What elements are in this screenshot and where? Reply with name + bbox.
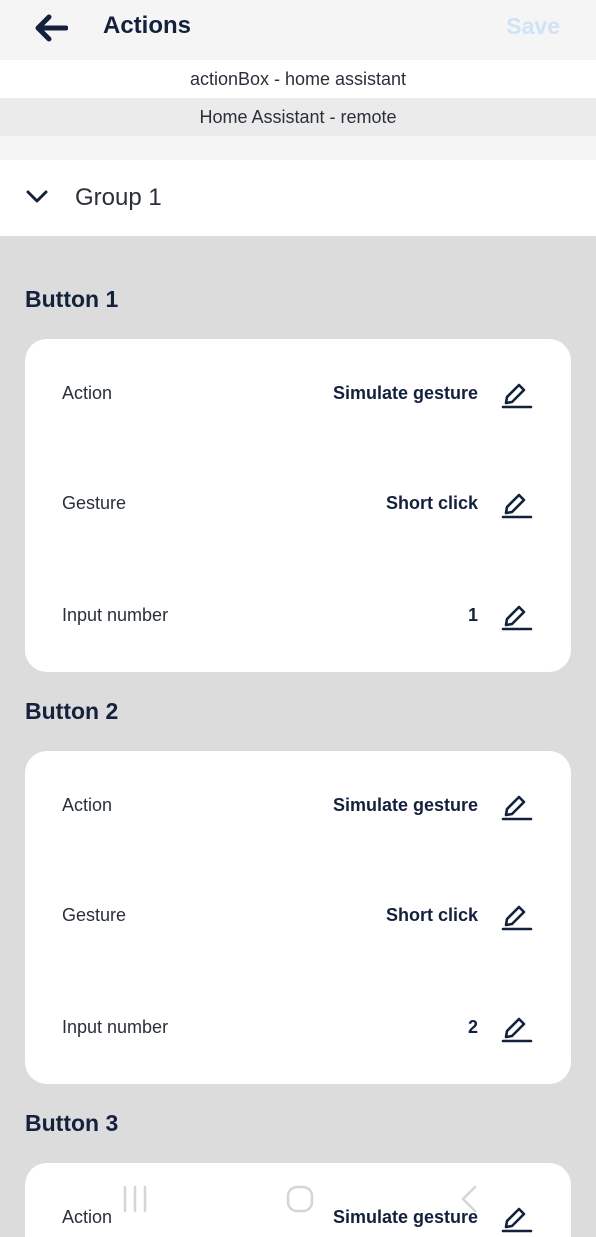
edit-button[interactable]: [495, 483, 535, 523]
row-label: Action: [62, 795, 113, 815]
edit-button[interactable]: [495, 895, 535, 935]
edit-button[interactable]: [495, 1197, 535, 1237]
row-label: Gesture: [62, 905, 127, 925]
input-number-row: Input number 1: [25, 595, 571, 635]
row-value: Simulate gesture: [332, 795, 478, 815]
section-title-button-3: Button 3: [25, 1110, 119, 1136]
section-title-button-2: Button 2: [25, 698, 119, 724]
row-value: 1: [467, 605, 478, 625]
edit-button[interactable]: [495, 1007, 535, 1047]
profile-name: Home Assistant - remote: [0, 98, 596, 136]
home-icon[interactable]: [285, 1184, 315, 1214]
row-value: Simulate gesture: [332, 383, 478, 403]
group-header[interactable]: Group 1: [0, 160, 596, 236]
gesture-row: Gesture Short click: [25, 895, 571, 935]
pencil-icon: [501, 493, 533, 519]
row-label: Action: [62, 383, 113, 403]
row-value: Short click: [385, 905, 478, 925]
edit-button[interactable]: [495, 785, 535, 825]
arrow-left-icon: [35, 14, 68, 42]
section-title-button-1: Button 1: [25, 286, 119, 312]
pencil-icon: [501, 1017, 533, 1043]
gesture-row: Gesture Short click: [25, 483, 571, 523]
pencil-icon: [501, 383, 533, 409]
chevron-down-icon: [26, 190, 48, 203]
pencil-icon: [501, 1207, 533, 1233]
action-row: Action Simulate gesture: [25, 785, 571, 825]
pencil-icon: [501, 905, 533, 931]
pencil-icon: [501, 795, 533, 821]
back-button[interactable]: [30, 8, 74, 48]
row-label: Action: [62, 1207, 113, 1227]
button-2-card: Action Simulate gesture Gesture Short cl…: [25, 751, 571, 1084]
row-label: Gesture: [62, 493, 127, 513]
pencil-icon: [501, 605, 533, 631]
row-value: 2: [467, 1017, 478, 1037]
row-value: Short click: [385, 493, 478, 513]
row-label: Input number: [62, 605, 169, 625]
edit-button[interactable]: [495, 373, 535, 413]
app-bar: Actions Save: [0, 0, 596, 60]
action-row: Action Simulate gesture: [25, 373, 571, 413]
page-title: Actions: [103, 12, 192, 39]
back-nav-icon[interactable]: [455, 1184, 485, 1214]
save-button[interactable]: Save: [506, 13, 560, 40]
row-label: Input number: [62, 1017, 169, 1037]
recents-icon[interactable]: [120, 1184, 150, 1214]
edit-button[interactable]: [495, 595, 535, 635]
group-label: Group 1: [75, 184, 162, 211]
divider: [0, 136, 596, 160]
input-number-row: Input number 2: [25, 1007, 571, 1047]
button-1-card: Action Simulate gesture Gesture Short cl…: [25, 339, 571, 672]
device-name: actionBox - home assistant: [0, 60, 596, 98]
